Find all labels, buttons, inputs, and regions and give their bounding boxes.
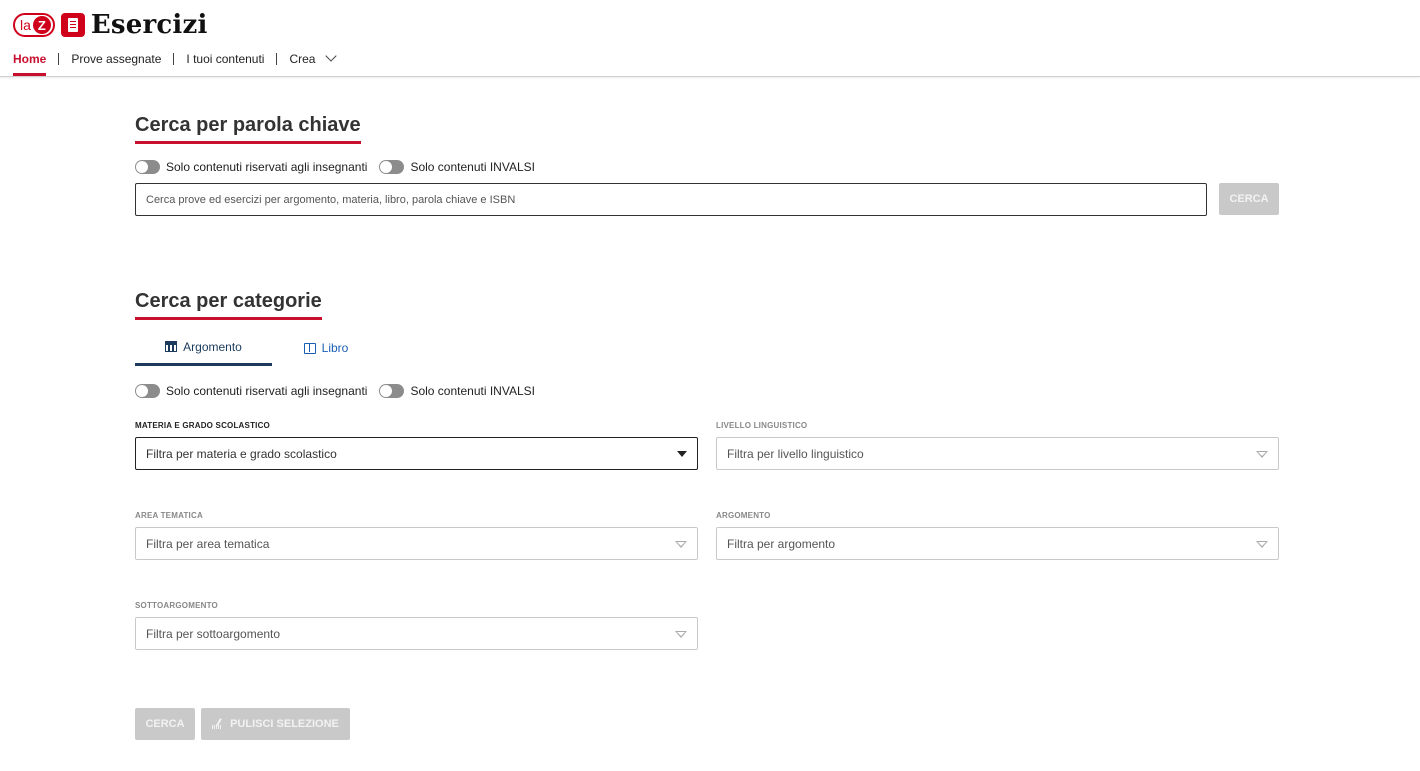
caret-down-icon <box>677 451 687 457</box>
area-label: AREA TEMATICA <box>135 511 203 520</box>
toggle-invalsi-label: Solo contenuti INVALSI <box>410 160 535 174</box>
exercise-book-icon <box>60 13 85 37</box>
book-icon <box>303 342 316 354</box>
app-header: la Z Esercizi Home Prove assegnate I tuo… <box>0 0 1420 77</box>
area-select[interactable]: Filtra per area tematica <box>135 527 698 560</box>
brand[interactable]: la Z Esercizi <box>13 10 208 40</box>
keyword-toggles: Solo contenuti riservati agli insegnanti… <box>135 160 547 174</box>
category-search-title: Cerca per categorie <box>135 290 322 320</box>
keyword-search-button[interactable]: CERCA <box>1219 183 1279 215</box>
area-placeholder: Filtra per area tematica <box>146 536 270 551</box>
toggle-teachers-only[interactable]: Solo contenuti riservati agli insegnanti <box>135 384 367 398</box>
nav-home[interactable]: Home <box>13 52 47 76</box>
tab-argomento[interactable]: Argomento <box>135 330 272 366</box>
caret-down-icon <box>675 541 687 548</box>
nav-divider <box>276 53 278 65</box>
argomento-placeholder: Filtra per argomento <box>727 536 836 551</box>
materia-placeholder: Filtra per materia e grado scolastico <box>146 446 337 461</box>
nav-crea[interactable]: Crea <box>289 50 338 76</box>
logo-la-text: la <box>20 17 31 33</box>
toggle-switch[interactable] <box>135 384 160 398</box>
main-nav: Home Prove assegnate I tuoi contenuti Cr… <box>13 50 338 76</box>
sottoargomento-placeholder: Filtra per sottoargomento <box>146 626 281 641</box>
laz-logo: la Z <box>13 13 55 37</box>
caret-down-icon <box>1256 451 1268 458</box>
app-title: Esercizi <box>90 10 208 40</box>
nav-divider <box>58 53 60 65</box>
broom-icon <box>212 718 224 730</box>
toggle-invalsi-only[interactable]: Solo contenuti INVALSI <box>379 160 535 174</box>
nav-prove-assegnate[interactable]: Prove assegnate <box>71 52 161 76</box>
clear-selection-button[interactable]: PULISCI SELEZIONE <box>201 708 350 740</box>
caret-down-icon <box>675 631 687 638</box>
clear-selection-label: PULISCI SELEZIONE <box>230 718 339 730</box>
livello-label: LIVELLO LINGUISTICO <box>716 421 808 430</box>
sottoargomento-select[interactable]: Filtra per sottoargomento <box>135 617 698 650</box>
materia-select[interactable]: Filtra per materia e grado scolastico <box>135 437 698 470</box>
category-tabs: Argomento Libro <box>135 330 380 366</box>
toggle-invalsi-only[interactable]: Solo contenuti INVALSI <box>379 384 535 398</box>
chevron-down-icon <box>325 50 338 62</box>
tab-libro[interactable]: Libro <box>272 330 380 366</box>
logo-z-text: Z <box>32 16 51 34</box>
toggle-teachers-label: Solo contenuti riservati agli insegnanti <box>166 160 368 174</box>
caret-down-icon <box>1256 541 1268 548</box>
grid-icon <box>165 341 178 352</box>
materia-label: MATERIA E GRADO SCOLASTICO <box>135 421 270 430</box>
category-search-button[interactable]: CERCA <box>135 708 195 740</box>
livello-select[interactable]: Filtra per livello linguistico <box>716 437 1279 470</box>
toggle-switch[interactable] <box>379 160 405 174</box>
nav-crea-label: Crea <box>289 52 316 66</box>
toggle-teachers-only[interactable]: Solo contenuti riservati agli insegnanti <box>135 160 367 174</box>
nav-i-tuoi-contenuti[interactable]: I tuoi contenuti <box>186 52 264 76</box>
toggle-teachers-label: Solo contenuti riservati agli insegnanti <box>166 384 368 398</box>
toggle-invalsi-label: Solo contenuti INVALSI <box>410 384 535 398</box>
argomento-select[interactable]: Filtra per argomento <box>716 527 1279 560</box>
sottoargomento-label: SOTTOARGOMENTO <box>135 601 218 610</box>
toggle-switch[interactable] <box>379 384 405 398</box>
toggle-switch[interactable] <box>135 160 160 174</box>
nav-divider <box>173 53 175 65</box>
argomento-label: ARGOMENTO <box>716 511 771 520</box>
livello-placeholder: Filtra per livello linguistico <box>727 446 864 461</box>
category-toggles: Solo contenuti riservati agli insegnanti… <box>135 384 547 398</box>
tab-argomento-label: Argomento <box>183 339 242 354</box>
tab-libro-label: Libro <box>321 341 349 355</box>
keyword-search-title: Cerca per parola chiave <box>135 114 361 144</box>
keyword-search-input[interactable] <box>135 183 1207 216</box>
